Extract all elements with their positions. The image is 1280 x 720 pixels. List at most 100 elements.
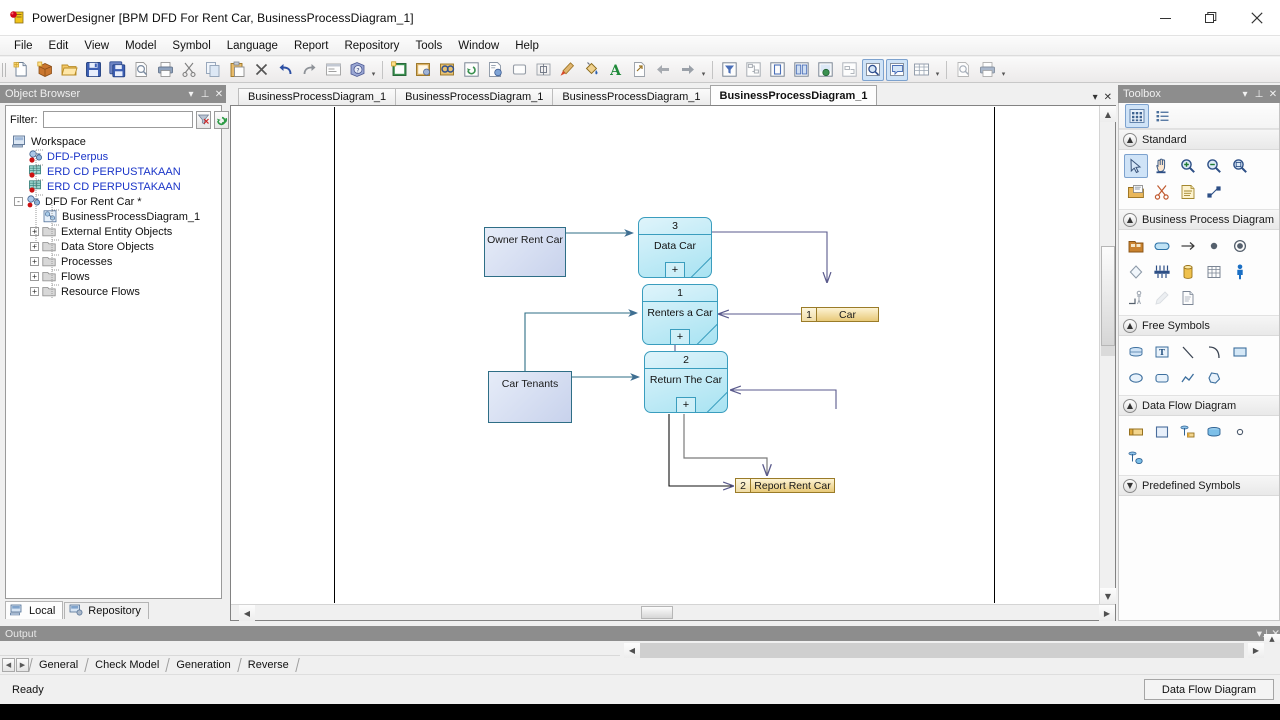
scroll-up-button[interactable]: ▲ [1100,106,1116,122]
previous-icon[interactable] [652,59,674,81]
output-tab-check-model[interactable]: Check Model [87,657,167,673]
auto-layout-icon[interactable] [742,59,764,81]
properties-icon[interactable] [322,59,344,81]
vertical-scroll-grip[interactable] [1101,346,1115,356]
zoom-out-icon[interactable] [1202,154,1226,178]
menu-model[interactable]: Model [117,38,164,54]
tree-expander[interactable]: + [30,257,39,266]
output-tab-prev-button[interactable]: ◀ [2,657,15,672]
document-icon[interactable] [1176,286,1200,310]
tree-expander[interactable]: - [14,197,23,206]
tree-item-external-entity-objects[interactable]: + External Entity Objects [12,224,221,239]
save-all-icon[interactable] [106,59,128,81]
new-package-icon[interactable] [34,59,56,81]
diagram-tab-4[interactable]: BusinessProcessDiagram_1 [709,85,878,105]
page-view-icon[interactable] [766,59,788,81]
font-icon[interactable]: A [604,59,626,81]
package-icon[interactable] [1124,234,1148,258]
export-diagram-icon[interactable] [484,59,506,81]
new-model-icon[interactable] [10,59,32,81]
note-icon[interactable] [1176,180,1200,204]
minimize-button[interactable] [1142,0,1188,36]
disc-icon[interactable] [1124,340,1148,364]
canvas-horizontal-scrollbar[interactable]: ◀ ▶ [231,604,1115,621]
rounded-rectangle-icon[interactable] [1150,366,1174,390]
tab-list-icon[interactable]: ▾ [1093,92,1098,103]
chevron-up-icon[interactable]: ▲ [1123,318,1137,333]
toolbar-overflow-3[interactable]: ▾ [933,59,942,81]
close-button[interactable] [1234,0,1280,36]
filter-input[interactable] [42,111,193,128]
delete-icon[interactable] [250,59,272,81]
toolbar-overflow-4[interactable]: ▾ [999,59,1008,81]
toolbox-menu-icon[interactable]: ▾ [1238,87,1252,101]
toolbox-group-dfd-header[interactable]: ▲ Data Flow Diagram [1119,395,1279,416]
tree-item-dfd-for-rent-car[interactable]: - DFD For Rent Car * [12,194,221,209]
output-tab-reverse[interactable]: Reverse [240,657,297,673]
tree-expander[interactable]: + [30,242,39,251]
comment-icon[interactable] [886,58,908,81]
tree-expander[interactable]: + [30,287,39,296]
diagram-canvas[interactable]: Owner Rent Car Car Tenants 3 Data Car + … [232,107,1098,603]
process-data-car[interactable]: 3 Data Car + [638,217,712,278]
horizontal-scroll-thumb[interactable] [641,606,673,619]
shortcut-icon[interactable] [628,59,650,81]
chevron-down-icon[interactable]: ▼ [1123,478,1137,493]
tree-item-erd-cd-perpustakaan-1[interactable]: ERD CD PERPUSTAKAAN [12,164,221,179]
external-entity-car-tenants[interactable]: Car Tenants [488,371,572,423]
tree-item-flows[interactable]: + Flows [12,269,221,284]
save-icon[interactable] [82,59,104,81]
external-entity-owner-rent-car[interactable]: Owner Rent Car [484,227,566,277]
canvas-vertical-scrollbar[interactable]: ▲ ▼ [1099,106,1116,604]
data-store-icon[interactable] [1124,420,1148,444]
restore-button[interactable] [1188,0,1234,36]
output-scroll-left-button[interactable]: ◀ [624,643,640,658]
arc-icon[interactable] [1202,340,1226,364]
resize-icon[interactable] [1202,180,1226,204]
scroll-left-button[interactable]: ◀ [239,605,255,621]
list-icon[interactable] [1151,104,1175,128]
cut-icon[interactable] [178,59,200,81]
side-by-side-icon[interactable] [790,59,812,81]
redo-icon[interactable] [298,59,320,81]
toolbox-group-predefined-header[interactable]: ▼ Predefined Symbols [1119,475,1279,496]
menu-symbol[interactable]: Symbol [164,38,218,54]
process-expand-button[interactable]: + [670,329,690,344]
next-icon[interactable] [676,59,698,81]
process-renters-a-car[interactable]: 1 Renters a Car + [642,284,718,345]
filter-icon[interactable] [718,59,740,81]
output-horizontal-scrollbar[interactable]: ◀ ▶ ▲ [620,634,1280,659]
toolbar-overflow-2[interactable]: ▾ [699,59,708,81]
toolbar-grip[interactable] [0,59,7,80]
print-icon[interactable] [154,59,176,81]
chevron-up-icon[interactable]: ▲ [1123,212,1137,227]
output-scroll-right-button[interactable]: ▶ [1248,643,1264,658]
person-icon[interactable] [1228,260,1252,284]
chevron-up-icon[interactable]: ▲ [1123,398,1137,413]
world-view-icon[interactable] [814,59,836,81]
format-brush-icon[interactable] [556,59,578,81]
tree-item-dfd-perpus[interactable]: DFD-Perpus [12,149,221,164]
browser-pin-icon[interactable]: ⊥ [198,87,212,101]
browser-close-icon[interactable]: ✕ [212,87,226,101]
zoom-area-icon[interactable] [1228,154,1252,178]
vertical-scroll-thumb[interactable] [1101,246,1115,346]
toolbox-pin-icon[interactable]: ⊥ [1252,87,1266,101]
tree-item-erd-cd-perpustakaan-2[interactable]: ERD CD PERPUSTAKAAN [12,179,221,194]
scroll-down-button[interactable]: ▼ [1100,588,1116,604]
scroll-right-button[interactable]: ▶ [1099,605,1115,621]
menu-file[interactable]: File [6,38,41,54]
split-icon[interactable] [1176,420,1200,444]
undo-icon[interactable] [274,59,296,81]
output-tab-general[interactable]: General [31,657,86,673]
copy-icon[interactable] [202,59,224,81]
data-store-report-rent-car[interactable]: 2 Report Rent Car [735,478,835,493]
filled-circle-icon[interactable] [1202,234,1226,258]
output-tab-generation[interactable]: Generation [168,657,238,673]
arrow-right-icon[interactable] [1176,234,1200,258]
external-entity-icon[interactable] [1150,420,1174,444]
menu-repository[interactable]: Repository [336,38,407,54]
arrow-icon[interactable] [1124,154,1148,178]
table-icon[interactable] [1202,260,1226,284]
tree-item-processes[interactable]: + Processes [12,254,221,269]
